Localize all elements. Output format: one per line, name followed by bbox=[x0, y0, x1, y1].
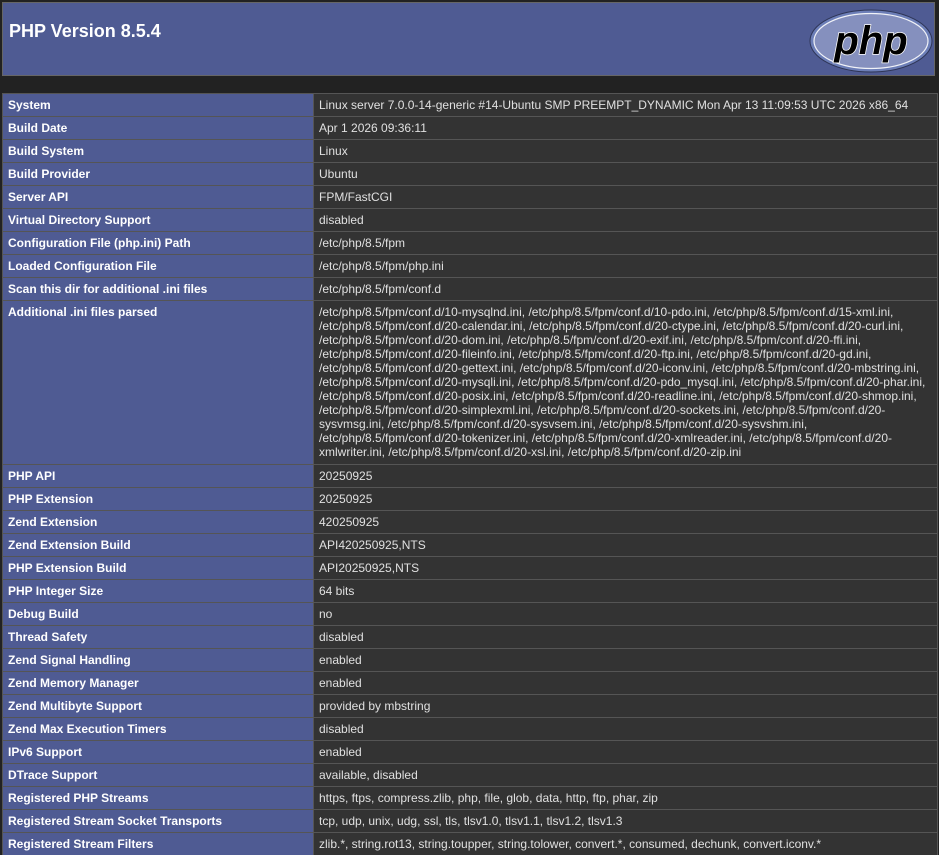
row-value: https, ftps, compress.zlib, php, file, g… bbox=[313, 786, 938, 810]
page-header: PHP Version 8.5.4 php bbox=[2, 2, 935, 76]
row-value: enabled bbox=[313, 740, 938, 764]
row-label: Zend Memory Manager bbox=[2, 671, 314, 695]
row-value: /etc/php/8.5/fpm/conf.d bbox=[313, 277, 938, 301]
table-row: Zend Signal Handling enabled bbox=[2, 648, 938, 672]
row-value: Linux bbox=[313, 139, 938, 163]
row-label: Build Provider bbox=[2, 162, 314, 186]
table-row: Additional .ini files parsed/etc/php/8.5… bbox=[2, 300, 938, 465]
row-value: API20250925,NTS bbox=[313, 556, 938, 580]
row-value: Linux server 7.0.0-14-generic #14-Ubuntu… bbox=[313, 93, 938, 117]
table-row: Configuration File (php.ini) Path/etc/ph… bbox=[2, 231, 938, 255]
table-row: System Linux server 7.0.0-14-generic #14-… bbox=[2, 93, 938, 117]
row-value: /etc/php/8.5/fpm/conf.d/10-mysqlnd.ini, … bbox=[313, 300, 938, 465]
row-value: Apr 1 2026 09:36:11 bbox=[313, 116, 938, 140]
row-label: Configuration File (php.ini) Path bbox=[2, 231, 314, 255]
table-row: Zend Multibyte Support provided by mbstri… bbox=[2, 694, 938, 718]
row-value: 20250925 bbox=[313, 487, 938, 511]
phpinfo-page: PHP Version 8.5.4 php System Linux server… bbox=[0, 0, 939, 855]
page-title: PHP Version 8.5.4 bbox=[9, 21, 161, 41]
row-value: no bbox=[313, 602, 938, 626]
table-row: Server API FPM/FastCGI bbox=[2, 185, 938, 209]
row-label: PHP Integer Size bbox=[2, 579, 314, 603]
row-label: Loaded Configuration File bbox=[2, 254, 314, 278]
php-info-table-body: System Linux server 7.0.0-14-generic #14-… bbox=[2, 93, 938, 855]
row-label: Registered PHP Streams bbox=[2, 786, 314, 810]
row-value: API420250925,NTS bbox=[313, 533, 938, 557]
row-value: 64 bits bbox=[313, 579, 938, 603]
table-row: PHP API 20250925 bbox=[2, 464, 938, 488]
row-label: IPv6 Support bbox=[2, 740, 314, 764]
php-logo-text: php bbox=[833, 19, 907, 63]
row-label: PHP Extension bbox=[2, 487, 314, 511]
row-label: Build System bbox=[2, 139, 314, 163]
row-value: tcp, udp, unix, udg, ssl, tls, tlsv1.0, … bbox=[313, 809, 938, 833]
row-label: System bbox=[2, 93, 314, 117]
table-row: Debug Build no bbox=[2, 602, 938, 626]
table-row: Registered PHP Streams https, ftps, compr… bbox=[2, 786, 938, 810]
table-row: Zend Extension 420250925 bbox=[2, 510, 938, 534]
table-row: IPv6 Support enabled bbox=[2, 740, 938, 764]
row-label: Zend Extension Build bbox=[2, 533, 314, 557]
table-row: PHP Extension 20250925 bbox=[2, 487, 938, 511]
row-label: Thread Safety bbox=[2, 625, 314, 649]
row-label: Zend Multibyte Support bbox=[2, 694, 314, 718]
row-label: PHP API bbox=[2, 464, 314, 488]
row-value: 20250925 bbox=[313, 464, 938, 488]
row-value: FPM/FastCGI bbox=[313, 185, 938, 209]
table-row: Registered Stream Filters zlib.*, string.… bbox=[2, 832, 938, 855]
row-label: Registered Stream Filters bbox=[2, 832, 314, 855]
table-row: Zend Memory Manager enabled bbox=[2, 671, 938, 695]
table-row: PHP Integer Size 64 bits bbox=[2, 579, 938, 603]
row-value: 420250925 bbox=[313, 510, 938, 534]
table-row: Zend Extension Build API420250925,NTS bbox=[2, 533, 938, 557]
row-value: Ubuntu bbox=[313, 162, 938, 186]
table-row: Virtual Directory Support disabled bbox=[2, 208, 938, 232]
row-label: Debug Build bbox=[2, 602, 314, 626]
row-label: Zend Signal Handling bbox=[2, 648, 314, 672]
table-row: Registered Stream Socket Transports tcp, … bbox=[2, 809, 938, 833]
row-label: Build Date bbox=[2, 116, 314, 140]
table-row: Build Date Apr 1 2026 09:36:11 bbox=[2, 116, 938, 140]
row-value: zlib.*, string.rot13, string.toupper, st… bbox=[313, 832, 938, 855]
table-row: Scan this dir for additional .ini files /… bbox=[2, 277, 938, 301]
row-label: Zend Extension bbox=[2, 510, 314, 534]
row-value: available, disabled bbox=[313, 763, 938, 787]
row-value: enabled bbox=[313, 648, 938, 672]
row-label: Zend Max Execution Timers bbox=[2, 717, 314, 741]
row-label: Server API bbox=[2, 185, 314, 209]
table-row: PHP Extension Build API20250925,NTS bbox=[2, 556, 938, 580]
row-value: disabled bbox=[313, 625, 938, 649]
row-value: /etc/php/8.5/fpm bbox=[313, 231, 938, 255]
row-label: Scan this dir for additional .ini files bbox=[2, 277, 314, 301]
row-value: /etc/php/8.5/fpm/php.ini bbox=[313, 254, 938, 278]
row-label: DTrace Support bbox=[2, 763, 314, 787]
table-row: Build System Linux bbox=[2, 139, 938, 163]
row-value: enabled bbox=[313, 671, 938, 695]
row-label: Additional .ini files parsed bbox=[2, 300, 314, 465]
php-info-table: System Linux server 7.0.0-14-generic #14-… bbox=[2, 93, 938, 855]
row-label: PHP Extension Build bbox=[2, 556, 314, 580]
row-value: disabled bbox=[313, 208, 938, 232]
row-label: Registered Stream Socket Transports bbox=[2, 809, 314, 833]
table-row: DTrace Support available, disabled bbox=[2, 763, 938, 787]
table-row: Zend Max Execution Timers disabled bbox=[2, 717, 938, 741]
table-row: Thread Safety disabled bbox=[2, 625, 938, 649]
php-logo-icon: php bbox=[809, 9, 933, 73]
row-label: Virtual Directory Support bbox=[2, 208, 314, 232]
table-row: Build Provider Ubuntu bbox=[2, 162, 938, 186]
table-row: Loaded Configuration File/etc/php/8.5/fp… bbox=[2, 254, 938, 278]
row-value: disabled bbox=[313, 717, 938, 741]
row-value: provided by mbstring bbox=[313, 694, 938, 718]
